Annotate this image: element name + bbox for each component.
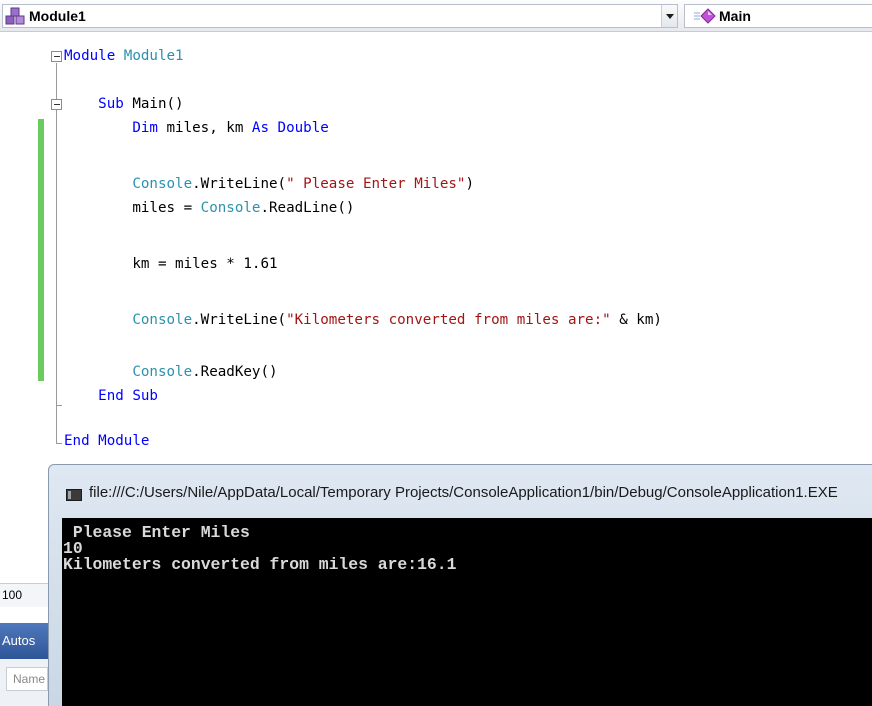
code-token: .ReadLine() [260, 200, 355, 216]
autos-window-title[interactable]: Autos [0, 623, 48, 659]
console-output[interactable]: Please Enter Miles 10 Kilometers convert… [62, 518, 872, 706]
zoom-level-combo[interactable]: 100 [0, 583, 48, 607]
collapse-sub-icon[interactable] [51, 99, 62, 110]
chevron-down-icon [665, 13, 674, 19]
code-line[interactable]: Sub Main() [64, 94, 184, 114]
name-column-header[interactable]: Name [6, 667, 48, 691]
module-icon [5, 7, 27, 25]
console-output-line: Kilometers converted from miles are:16.1 [63, 555, 457, 574]
code-token: Console [64, 364, 193, 380]
code-token: ) [465, 176, 475, 192]
code-token: As Double [251, 120, 329, 136]
console-title-bar[interactable]: file:///C:/Users/Nile/AppData/Local/Temp… [49, 465, 872, 517]
outline-guide [56, 63, 57, 443]
code-line[interactable]: Module Module1 [64, 46, 184, 66]
code-token: "Kilometers converted from miles are:" [286, 312, 611, 328]
code-line[interactable]: Console.ReadKey() [64, 362, 278, 382]
code-line[interactable]: End Sub [64, 386, 158, 406]
code-line[interactable]: miles = Console.ReadLine() [64, 198, 354, 218]
collapse-module-icon[interactable] [51, 51, 62, 62]
change-tracking-marker [38, 119, 44, 381]
code-token: Dim [64, 120, 167, 136]
code-token: .WriteLine( [192, 176, 287, 192]
method-name-label: Main [719, 8, 751, 24]
code-line[interactable]: End Module [64, 431, 149, 451]
code-line[interactable]: Console.WriteLine(" Please Enter Miles") [64, 174, 474, 194]
code-token: Module [64, 48, 124, 64]
code-token: Main() [132, 96, 184, 112]
code-line[interactable]: km = miles * 1.61 [64, 254, 278, 274]
code-token: Console [64, 176, 193, 192]
method-icon [693, 8, 717, 24]
console-output-line: Please Enter Miles [63, 523, 250, 542]
code-token: Console [64, 312, 193, 328]
outline-guide [56, 405, 62, 406]
class-dropdown-arrow[interactable] [661, 5, 677, 27]
method-name-dropdown[interactable]: Main [684, 4, 872, 28]
code-token: End Module [64, 433, 150, 449]
code-token: End Sub [64, 388, 158, 404]
code-token: miles, km [166, 120, 252, 136]
class-name-dropdown[interactable]: Module1 [2, 4, 678, 28]
console-window-title: file:///C:/Users/Nile/AppData/Local/Temp… [89, 484, 838, 501]
autos-window: Name [0, 659, 48, 706]
console-app-icon[interactable] [66, 489, 82, 501]
outline-guide [56, 443, 62, 444]
code-token: Console [200, 200, 261, 216]
code-token: miles = [64, 200, 201, 216]
code-line[interactable]: Dim miles, km As Double [64, 118, 329, 138]
console-window[interactable]: file:///C:/Users/Nile/AppData/Local/Temp… [48, 464, 872, 706]
code-token: km = miles * 1.61 [64, 256, 278, 272]
code-token: & km) [610, 312, 662, 328]
code-token: Module1 [123, 48, 184, 64]
code-line[interactable]: Console.WriteLine("Kilometers converted … [64, 310, 662, 330]
code-token: .WriteLine( [192, 312, 287, 328]
class-name-label: Module1 [29, 8, 86, 24]
code-token: " Please Enter Miles" [286, 176, 466, 192]
code-token: Sub [64, 96, 133, 112]
code-token: .ReadKey() [192, 364, 278, 380]
navigation-bar: Module1 Main [0, 0, 872, 32]
code-editor[interactable]: Module Module1 Sub Main() Dim miles, km … [0, 33, 872, 463]
